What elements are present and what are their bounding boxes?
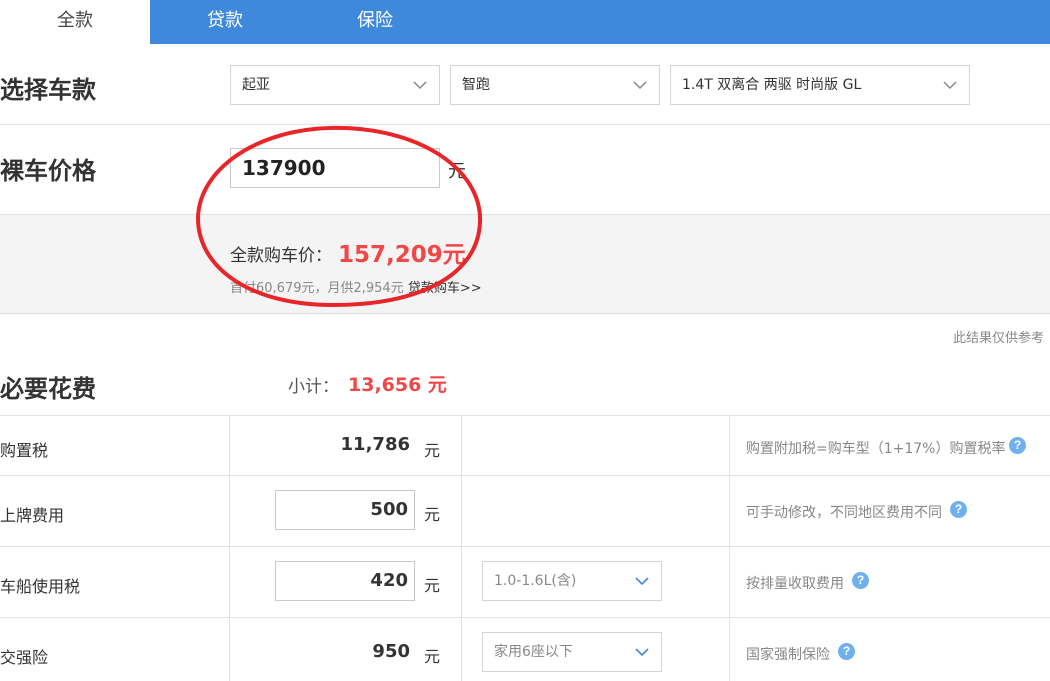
chevron-down-icon <box>413 78 427 92</box>
subtotal-label: 小计： <box>288 377 339 397</box>
displacement-select-value: 1.0-1.6L(含) <box>494 573 577 589</box>
required-expenses-title: 必要花费 <box>0 375 96 403</box>
select-model-title: 选择车款 <box>0 76 96 104</box>
disclaimer-text: 此结果仅供参考 <box>952 331 1044 346</box>
divider <box>0 415 1050 416</box>
compulsory-insurance-value: 950 <box>372 641 410 662</box>
subtotal-value: 13,656 元 <box>348 374 447 396</box>
question-mark-icon[interactable]: ? <box>950 501 967 518</box>
registration-fee-label: 上牌费用 <box>0 506 65 525</box>
purchase-tax-value: 11,786 <box>340 434 410 455</box>
total-price-value: 157,209元 <box>338 242 466 268</box>
displacement-select[interactable]: 1.0-1.6L(含) <box>482 561 662 601</box>
registration-fee-input[interactable]: 500 <box>275 490 415 530</box>
divider <box>0 546 1050 547</box>
tab-insurance[interactable]: 保险 <box>300 0 450 44</box>
chevron-down-icon <box>943 78 957 92</box>
chevron-down-icon <box>635 645 649 659</box>
seat-type-select-value: 家用6座以下 <box>494 644 573 660</box>
vehicle-tax-note: 按排量收取费用 <box>746 576 844 592</box>
series-select[interactable]: 智跑 <box>450 65 660 105</box>
brand-select[interactable]: 起亚 <box>230 65 440 105</box>
total-price-label: 全款购车价： <box>230 246 332 266</box>
trim-select[interactable]: 1.4T 双离合 两驱 时尚版 GL <box>670 65 970 105</box>
loan-purchase-link[interactable]: 贷款购车>> <box>408 281 482 296</box>
divider <box>0 124 1050 125</box>
column-divider <box>229 415 230 681</box>
loan-summary-text: 首付60,679元，月供2,954元 <box>230 281 404 296</box>
tab-loan[interactable]: 贷款 <box>150 0 300 44</box>
loan-summary-line: 首付60,679元，月供2,954元 贷款购车>> <box>230 277 482 296</box>
divider <box>0 617 1050 618</box>
compulsory-insurance-note: 国家强制保险 <box>746 647 830 663</box>
purchase-tax-note: 购置附加税=购车型（1+17%）购置税率 <box>746 441 1006 457</box>
registration-fee-note: 可手动修改，不同地区费用不同 <box>746 505 942 521</box>
question-mark-icon[interactable]: ? <box>852 572 869 589</box>
divider <box>0 475 1050 476</box>
trim-select-value: 1.4T 双离合 两驱 时尚版 GL <box>682 77 862 93</box>
compulsory-insurance-unit: 元 <box>424 647 441 666</box>
tab-full-payment[interactable]: 全款 <box>0 0 150 44</box>
brand-select-value: 起亚 <box>242 77 270 93</box>
vehicle-tax-label: 车船使用税 <box>0 577 81 596</box>
vehicle-tax-input[interactable]: 420 <box>275 561 415 601</box>
compulsory-insurance-label: 交强险 <box>0 648 49 667</box>
bare-price-input[interactable]: 137900 <box>230 148 440 188</box>
purchase-tax-label: 购置税 <box>0 441 49 460</box>
column-divider <box>461 415 462 681</box>
registration-fee-unit: 元 <box>424 505 441 524</box>
bare-price-unit: 元 <box>448 161 466 182</box>
series-select-value: 智跑 <box>462 77 490 93</box>
purchase-tax-unit: 元 <box>424 441 441 460</box>
question-mark-icon[interactable]: ? <box>838 643 855 660</box>
vehicle-tax-unit: 元 <box>424 576 441 595</box>
tab-bar: 全款 贷款 保险 <box>0 0 1050 44</box>
column-divider <box>729 415 730 681</box>
question-mark-icon[interactable]: ? <box>1009 437 1026 454</box>
chevron-down-icon <box>633 78 647 92</box>
seat-type-select[interactable]: 家用6座以下 <box>482 632 662 672</box>
total-summary-panel: 全款购车价： 157,209元 首付60,679元，月供2,954元 贷款购车>… <box>0 214 1050 314</box>
bare-price-title: 裸车价格 <box>0 157 96 185</box>
chevron-down-icon <box>635 574 649 588</box>
